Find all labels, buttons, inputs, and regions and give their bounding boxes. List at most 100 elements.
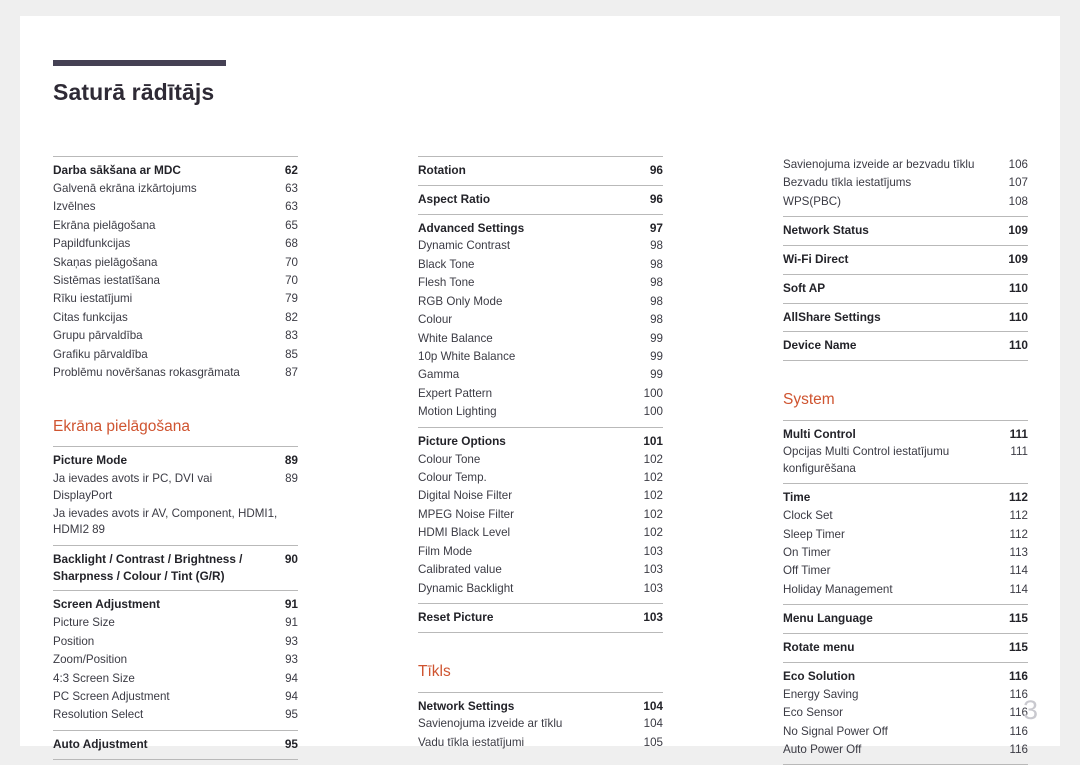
toc-entry[interactable]: Digital Noise Filter 102 <box>418 487 663 505</box>
toc-entry[interactable]: Clock Set 112 <box>783 507 1028 525</box>
toc-entry[interactable]: Zoom/Position 93 <box>53 651 298 669</box>
toc-entry[interactable]: On Timer 113 <box>783 544 1028 562</box>
toc-entry[interactable]: Ekrāna pielāgošana 65 <box>53 217 298 235</box>
toc-columns: Darba sākšana ar MDC 62 Galvenā ekrāna izk… <box>53 156 1038 765</box>
toc-entry[interactable]: Grafiku pārvaldība 85 <box>53 346 298 364</box>
toc-entry[interactable]: Ja ievades avots ir PC, DVI vai DisplayP… <box>53 470 298 505</box>
toc-entry[interactable]: Energy Saving 116 <box>783 686 1028 704</box>
toc-entry-label: Darba sākšana ar MDC <box>53 163 181 177</box>
toc-entry-heading[interactable]: Soft AP 110 <box>783 279 1028 298</box>
toc-entry[interactable]: Colour Tone 102 <box>418 451 663 469</box>
toc-entry[interactable]: Savienojuma izveide ar tīklu 104 <box>418 715 663 733</box>
toc-entry[interactable]: Expert Pattern 100 <box>418 385 663 403</box>
toc-entry[interactable]: Picture Size 91 <box>53 614 298 632</box>
toc-entry-heading[interactable]: Aspect Ratio 96 <box>418 190 663 209</box>
toc-entry[interactable]: Calibrated value 103 <box>418 561 663 579</box>
toc-entry[interactable]: 4:3 Screen Size 94 <box>53 670 298 688</box>
toc-entry[interactable]: Sleep Timer 112 <box>783 526 1028 544</box>
toc-entry-page-number: 100 <box>643 405 663 419</box>
toc-entry[interactable]: Film Mode 103 <box>418 543 663 561</box>
toc-entry-page-number: 91 <box>284 597 298 612</box>
toc-entry-page-number: 114 <box>1009 582 1028 596</box>
toc-entry[interactable]: Sistēmas iestatīšana 70 <box>53 272 298 290</box>
toc-entry-heading[interactable]: Screen Adjustment 91 <box>53 595 298 614</box>
toc-entry[interactable]: Gamma 99 <box>418 366 663 384</box>
toc-entry-page-number: 110 <box>1008 309 1028 324</box>
toc-entry[interactable]: Dynamic Contrast 98 <box>418 237 663 255</box>
toc-entry[interactable]: Position 93 <box>53 633 298 651</box>
toc-entry[interactable]: Auto Power Off 116 <box>783 741 1028 759</box>
toc-entry-page-number: 90 <box>284 551 298 566</box>
toc-entry-page-number: 102 <box>643 526 663 540</box>
toc-entry[interactable]: Ja ievades avots ir AV, Component, HDMI1… <box>53 505 298 540</box>
toc-entry-heading[interactable]: Multi Control 111 <box>783 425 1028 444</box>
toc-entry-label: Soft AP <box>783 280 826 295</box>
toc-entry[interactable]: PC Screen Adjustment 94 <box>53 688 298 706</box>
toc-entry-heading[interactable]: AllShare Settings 110 <box>783 308 1028 327</box>
toc-entry[interactable]: WPS(PBC) 108 <box>783 193 1028 211</box>
toc-entry[interactable]: 10p White Balance 99 <box>418 348 663 366</box>
toc-entry[interactable]: Flesh Tone 98 <box>418 274 663 292</box>
toc-entry[interactable]: No Signal Power Off 116 <box>783 723 1028 741</box>
toc-entry-label: Zoom/Position <box>53 653 128 667</box>
toc-entry-heading[interactable]: Device Name 110 <box>783 336 1028 355</box>
toc-group: Rotate menu 115 <box>783 633 1028 662</box>
toc-entry-label: Picture Size <box>53 616 115 630</box>
toc-entry[interactable]: Papildfunkcijas 68 <box>53 235 298 253</box>
toc-entry[interactable]: Opcijas Multi Control iestatījumu konfig… <box>783 443 1028 478</box>
toc-entry[interactable]: Motion Lighting 100 <box>418 403 663 421</box>
toc-entry[interactable]: Skaņas pielāgošana 70 <box>53 254 298 272</box>
toc-entry-heading[interactable]: Rotate menu 115 <box>783 638 1028 657</box>
toc-entry-page-number: 89 <box>285 472 298 486</box>
toc-entry[interactable]: Off Timer 114 <box>783 562 1028 580</box>
toc-entry[interactable]: Galvenā ekrāna izkārtojums 63 <box>53 180 298 198</box>
toc-entry[interactable]: Resolution Select 95 <box>53 706 298 724</box>
toc-entry-heading[interactable]: Network Status 109 <box>783 221 1028 240</box>
toc-entry-heading[interactable]: Reset Picture 103 <box>418 608 663 627</box>
toc-entry-heading[interactable]: Time 112 <box>783 488 1028 507</box>
toc-entry[interactable]: Problēmu novēršanas rokasgrāmata 87 <box>53 364 298 382</box>
toc-entry[interactable]: Rīku iestatījumi 79 <box>53 290 298 308</box>
toc-entry[interactable]: RGB Only Mode 98 <box>418 293 663 311</box>
toc-entry[interactable]: Colour Temp. 102 <box>418 469 663 487</box>
toc-entry-heading[interactable]: Rotation 96 <box>418 161 663 180</box>
toc-entry-label: Position <box>53 634 95 648</box>
toc-entry[interactable]: Holiday Management 114 <box>783 581 1028 599</box>
toc-entry[interactable]: Citas funkcijas 82 <box>53 309 298 327</box>
toc-entry[interactable]: Savienojuma izveide ar bezvadu tīklu 106 <box>783 156 1028 174</box>
toc-entry-heading[interactable]: Backlight / Contrast / Brightness / Shar… <box>53 550 298 586</box>
toc-entry-page-number: 85 <box>285 347 298 361</box>
toc-entry-heading[interactable]: Darba sākšana ar MDC 62 <box>53 161 298 180</box>
toc-entry-page-number: 89 <box>284 453 298 468</box>
toc-entry[interactable]: Bezvadu tīkla iestatījums 107 <box>783 174 1028 192</box>
toc-entry-page-number: 99 <box>650 368 663 382</box>
toc-entry[interactable]: MPEG Noise Filter 102 <box>418 506 663 524</box>
toc-entry-label: Screen Adjustment <box>53 597 161 612</box>
toc-entry[interactable]: Eco Sensor 116 <box>783 704 1028 722</box>
toc-entry[interactable]: Izvēlnes 63 <box>53 198 298 216</box>
toc-entry[interactable]: Grupu pārvaldība 83 <box>53 327 298 345</box>
toc-entry-heading[interactable]: Advanced Settings 97 <box>418 219 663 238</box>
toc-entry-heading[interactable]: Picture Options 101 <box>418 432 663 451</box>
toc-entry-heading[interactable]: Picture Mode 89 <box>53 451 298 470</box>
toc-entry-page-number: 70 <box>285 255 298 269</box>
toc-entry-page-number: 63 <box>285 181 298 195</box>
toc-entry[interactable]: White Balance 99 <box>418 330 663 348</box>
toc-entry-heading[interactable]: Auto Adjustment 95 <box>53 735 298 754</box>
toc-entry-heading[interactable]: Menu Language 115 <box>783 609 1028 628</box>
toc-entry-label: Energy Saving <box>783 687 859 701</box>
toc-entry-heading[interactable]: Eco Solution 116 <box>783 667 1028 686</box>
toc-entry-page-number: 111 <box>1010 445 1028 459</box>
toc-entry[interactable]: Dynamic Backlight 103 <box>418 580 663 598</box>
toc-group: Aspect Ratio 96 <box>418 184 663 214</box>
toc-entry-page-number: 100 <box>643 386 663 400</box>
toc-entry[interactable]: HDMI Black Level 102 <box>418 524 663 542</box>
toc-entry-heading[interactable]: Network Settings 104 <box>418 697 663 716</box>
toc-entry-label: Ja ievades avots ir AV, Component, HDMI1… <box>53 506 278 537</box>
toc-entry[interactable]: Colour 98 <box>418 311 663 329</box>
toc-entry[interactable]: Black Tone 98 <box>418 256 663 274</box>
toc-entry-heading[interactable]: Wi-Fi Direct 109 <box>783 250 1028 269</box>
toc-entry[interactable]: Vadu tīkla iestatījumi 105 <box>418 734 663 752</box>
toc-entry-page-number: 116 <box>1009 742 1028 756</box>
toc-entry-page-number: 82 <box>285 310 298 324</box>
